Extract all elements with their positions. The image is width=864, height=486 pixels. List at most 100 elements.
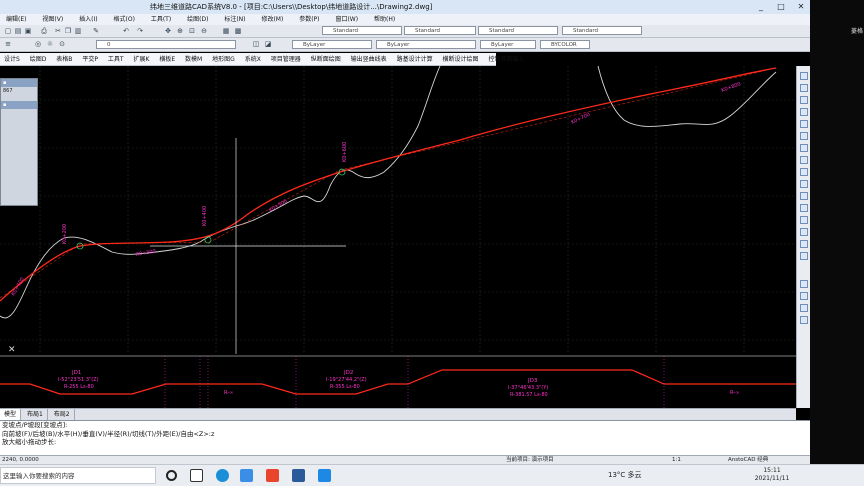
tab-model[interactable]: 模型 [0,409,22,420]
undo-icon[interactable]: ↶ [122,27,130,35]
layer-combo[interactable]: 0 [96,40,236,49]
layer-off-icon[interactable]: ◎ [34,40,42,48]
settings-icon[interactable] [240,469,253,482]
annotation-scale[interactable]: 1:1 [672,456,681,464]
workspace-switch[interactable]: AnstoCAD 经典 [728,456,768,464]
drawing-canvas[interactable]: K0+100 K0+200 K0+300 K0+400 K0+500 K0+60… [0,66,796,354]
layer-manager-icon[interactable]: ≡ [4,40,12,48]
system-clock[interactable]: 15:11 2021/11/11 [748,467,796,483]
mirror-icon[interactable] [800,96,808,104]
scale-icon[interactable] [800,156,808,164]
properties-icon[interactable]: ▦ [222,27,230,35]
open-file-icon[interactable]: ▤ [14,27,22,35]
tab-layout2[interactable]: 布局2 [50,409,75,420]
current-project[interactable]: 当前项目: 演示项目 [506,456,554,464]
plotstyle-combo[interactable]: BYCOLOR [540,40,590,49]
text-style-combo-1[interactable]: Standard [322,26,402,35]
trim-icon[interactable] [800,180,808,188]
lineweight-combo[interactable]: ByLayer [480,40,536,49]
make-current-icon[interactable]: ◫ [252,40,260,48]
offset-icon[interactable] [800,108,808,116]
extend-icon[interactable] [800,192,808,200]
zoom-realtime-icon[interactable]: ⊕ [176,27,184,35]
cmd-extend[interactable]: 扩展K [129,53,153,66]
zoom-window-icon[interactable]: ⊡ [188,27,196,35]
chamfer-icon[interactable] [800,216,808,224]
task-view-icon[interactable] [190,469,203,482]
floating-properties-panel[interactable]: ▪ 867 ▪ [0,78,38,206]
video-app-icon[interactable] [318,469,331,482]
group-icon[interactable] [800,292,808,300]
menu-view[interactable]: 视图(V) [42,14,63,25]
cortana-icon[interactable] [166,470,177,481]
cmd-control-params[interactable]: 控制参数输入 [484,53,528,66]
layer-freeze-icon[interactable]: ☼ [46,40,54,48]
cmd-draw[interactable]: 绘图D [26,53,51,66]
command-prompt[interactable]: 放大缩小拖动步长: [0,438,810,447]
close-button[interactable]: ✕ [792,0,810,14]
menu-window[interactable]: 窗口(W) [335,14,358,25]
text-style-combo-4[interactable]: Standard [562,26,642,35]
cmd-topo-map[interactable]: 地形图G [208,53,239,66]
cmd-subgrade-calc[interactable]: 路基设计计算 [393,53,437,66]
linetype-combo[interactable]: ByLayer [376,40,476,49]
redo-icon[interactable]: ↷ [136,27,144,35]
menu-format[interactable]: 格式(O) [114,14,135,25]
zoom-previous-icon[interactable]: ⊖ [200,27,208,35]
menu-edit[interactable]: 编辑(E) [6,14,26,25]
menu-help[interactable]: 帮助(H) [374,14,395,25]
fillet-icon[interactable] [800,228,808,236]
wps-office-icon[interactable] [266,469,279,482]
cmd-design[interactable]: 设计S [0,53,24,66]
new-file-icon[interactable]: ▢ [4,27,12,35]
insert-block-icon[interactable] [800,316,808,324]
paste-icon[interactable]: ▥ [74,27,82,35]
tab-layout1[interactable]: 布局1 [23,409,48,420]
copy-object-icon[interactable] [800,84,808,92]
taskbar-search-input[interactable]: 这里输入你要搜索的内容 [0,467,156,484]
stretch-icon[interactable] [800,168,808,176]
explode-icon[interactable] [800,252,808,260]
menu-tools[interactable]: 工具(T) [151,14,171,25]
layer-previous-icon[interactable]: ◪ [264,40,272,48]
menu-parameters[interactable]: 参数(P) [299,14,319,25]
cmd-system[interactable]: 系统X [241,53,265,66]
move-icon[interactable] [800,132,808,140]
cmd-dtm[interactable]: 数模M [181,53,206,66]
menu-insert[interactable]: 插入(I) [79,14,97,25]
save-icon[interactable]: ▣ [24,27,32,35]
design-center-icon[interactable]: ▩ [234,27,242,35]
cad-app-icon[interactable] [292,469,305,482]
join-icon[interactable] [800,240,808,248]
draw-order-icon[interactable] [800,280,808,288]
block-icon[interactable] [800,304,808,312]
cmd-intersection[interactable]: 平交P [78,53,102,66]
pan-icon[interactable]: ✥ [164,27,172,35]
rotate-icon[interactable] [800,144,808,152]
erase-icon[interactable] [800,72,808,80]
text-style-combo-2[interactable]: Standard [404,26,476,35]
text-style-combo-3[interactable]: Standard [478,26,558,35]
cmd-tools[interactable]: 工具T [104,53,128,66]
copy-icon[interactable]: ❐ [64,27,72,35]
cmd-project-manager[interactable]: 项目管理器 [267,53,305,66]
break-icon[interactable] [800,204,808,212]
cut-icon[interactable]: ✂ [54,27,62,35]
color-combo[interactable]: ByLayer [292,40,372,49]
match-properties-icon[interactable]: ✎ [92,27,100,35]
cmd-profile-drawing[interactable]: 纵断面绘图 [307,53,345,66]
cmd-cross-section[interactable]: 横断设计绘图 [439,53,483,66]
menu-draw[interactable]: 绘图(D) [187,14,208,25]
layer-lock-icon[interactable]: ⊙ [58,40,66,48]
menu-dimension[interactable]: 标注(N) [224,14,245,25]
minimize-button[interactable]: _ [752,0,770,14]
command-line[interactable]: 变坡点/P坡段[变坡点]: 向前坡(F)/后坡(B)/水平(H)/垂直(V)/半… [0,420,810,455]
weather-widget[interactable]: 13°C 多云 [608,467,642,484]
cmd-template[interactable]: 横板E [155,53,179,66]
edge-browser-icon[interactable] [216,469,229,482]
print-icon[interactable]: ⎙ [40,27,48,35]
maximize-button[interactable]: □ [772,0,790,14]
array-icon[interactable] [800,120,808,128]
cmd-vertical-curve-table[interactable]: 输出竖曲线表 [347,53,391,66]
cmd-table[interactable]: 表格B [52,53,76,66]
